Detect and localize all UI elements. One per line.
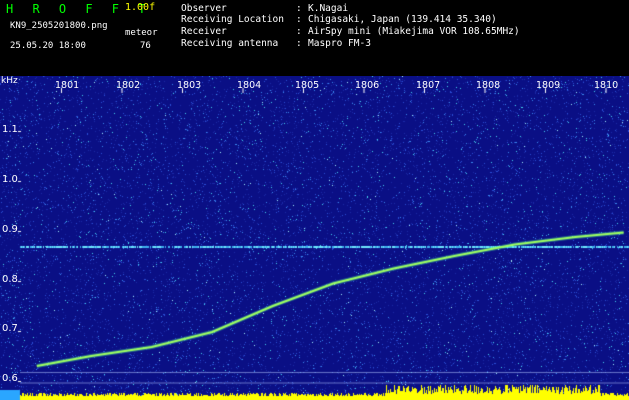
y-tick-label: 1.0	[2, 174, 18, 185]
y-tick-label: 0.9	[2, 224, 18, 235]
x-tick-label: 1803	[177, 80, 202, 91]
antenna-separator: :	[296, 38, 302, 49]
spectrogram-canvas	[0, 76, 629, 400]
antenna-value: Maspro FM-3	[308, 38, 371, 49]
y-tick-label: 0.6	[2, 373, 18, 384]
receiver-separator: :	[296, 26, 302, 37]
header-panel: H R O F F T 1.00f KN9_2505201800.png 25.…	[0, 0, 629, 76]
y-tick-label: 1.1	[2, 124, 18, 135]
x-tick-label: 1801	[55, 80, 80, 91]
observer-separator: :	[296, 3, 302, 14]
location-value: Chigasaki, Japan (139.414 35.340)	[308, 14, 497, 25]
observer-value: K.Nagai	[308, 3, 349, 14]
x-tick-label: 1804	[237, 80, 262, 91]
x-tick-label: 1806	[355, 80, 380, 91]
location-label: Receiving Location	[181, 14, 284, 25]
x-tick-label: 1810	[594, 80, 619, 91]
x-tick-label: 1805	[295, 80, 320, 91]
x-tick-label: 1807	[416, 80, 441, 91]
y-tick-label: 0.8	[2, 274, 18, 285]
meteor-count-label: meteor	[125, 28, 158, 38]
antenna-label: Receiving antenna	[181, 38, 279, 49]
y-tick-label: 0.7	[2, 323, 18, 334]
file-name: KN9_2505201800.png	[10, 21, 108, 31]
y-axis-unit: kHz	[1, 76, 18, 86]
app-version: 1.00f	[125, 2, 156, 13]
meteor-count-value: 76	[140, 41, 151, 51]
receiver-label: Receiver	[181, 26, 227, 37]
x-tick-label: 1809	[536, 80, 561, 91]
x-tick-label: 1808	[476, 80, 501, 91]
x-tick-label: 1802	[116, 80, 141, 91]
receiver-value: AirSpy mini (Miakejima VOR 108.65MHz)	[308, 26, 520, 37]
location-separator: :	[296, 14, 302, 25]
observation-datetime: 25.05.20 18:00	[10, 41, 86, 51]
observer-label: Observer	[181, 3, 227, 14]
